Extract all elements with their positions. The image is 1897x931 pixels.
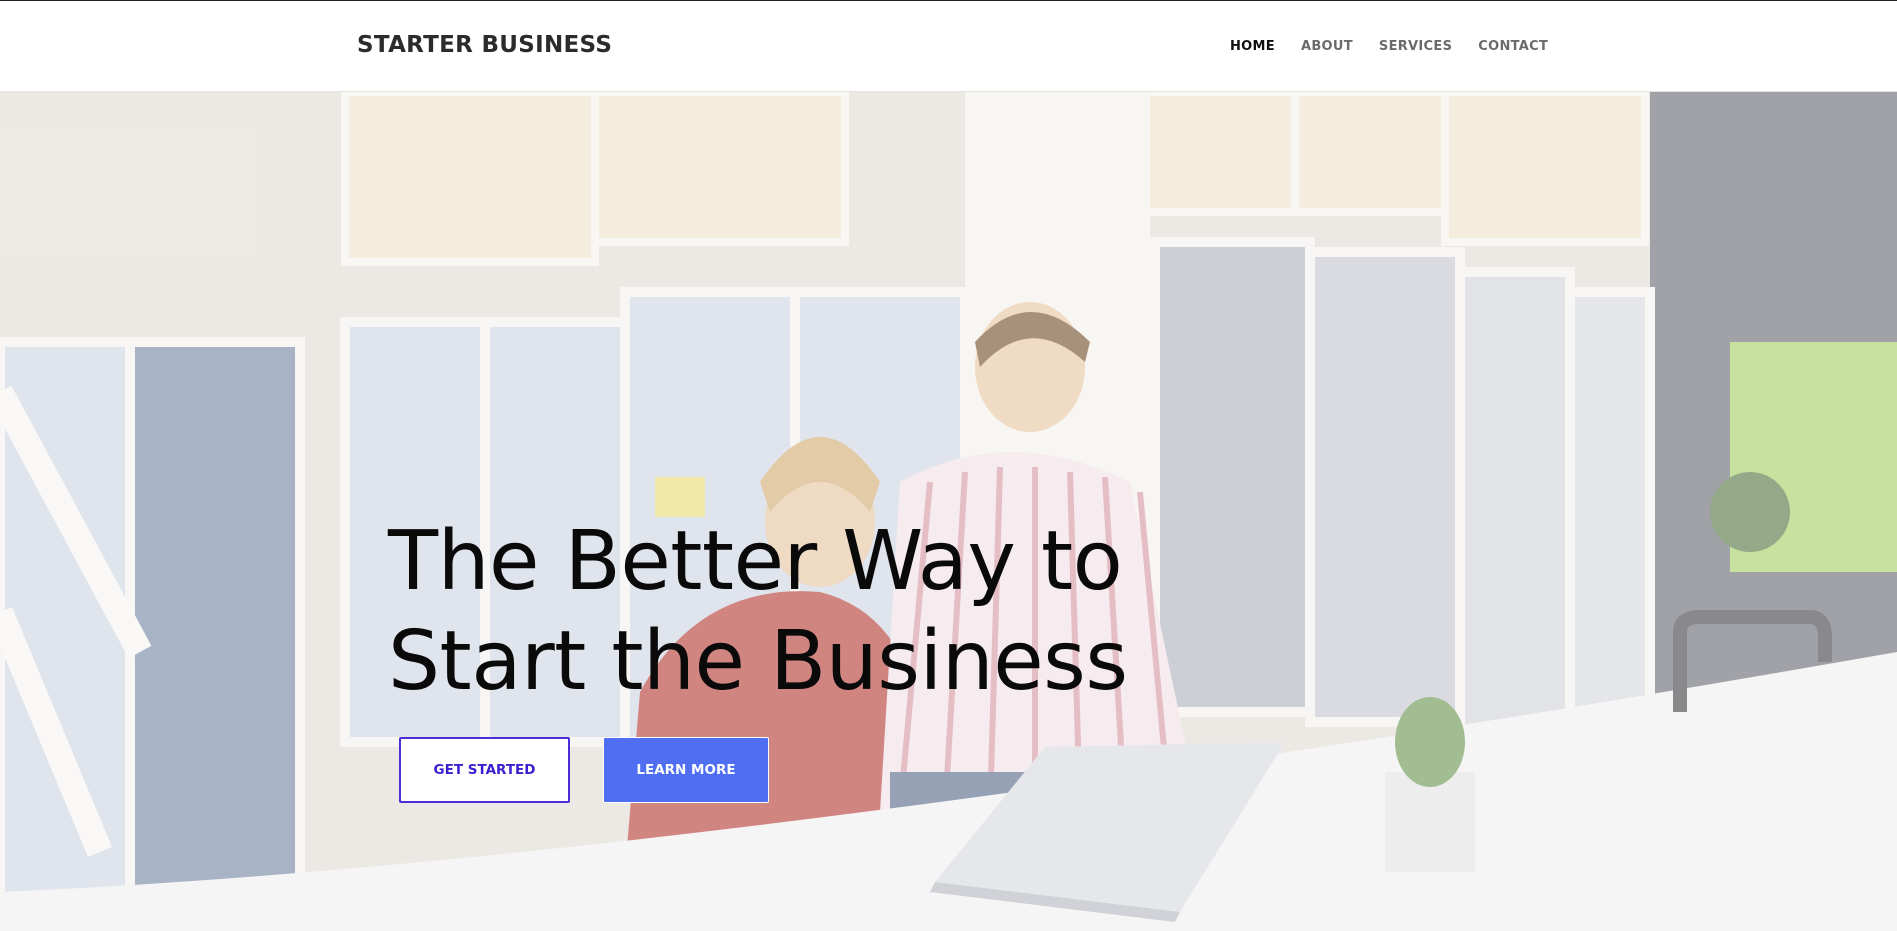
hero-headline-line2: Start the Business <box>388 614 1128 709</box>
nav-item-home[interactable]: HOME <box>1230 39 1275 54</box>
brand-logo[interactable]: STARTER BUSINESS <box>357 32 612 58</box>
nav-item-about[interactable]: ABOUT <box>1301 39 1353 54</box>
nav-item-contact[interactable]: CONTACT <box>1478 39 1548 54</box>
main-nav: HOME ABOUT SERVICES CONTACT <box>1230 39 1574 54</box>
nav-item-services[interactable]: SERVICES <box>1379 39 1452 54</box>
get-started-button[interactable]: GET STARTED <box>399 737 570 803</box>
hero-headline-line1: The Better Way to <box>388 514 1123 609</box>
hero-headline: The Better Way to Start the Business <box>388 512 1148 712</box>
hero-section: The Better Way to Start the Business <box>0 92 1897 931</box>
site-header: STARTER BUSINESS HOME ABOUT SERVICES CON… <box>0 0 1897 92</box>
learn-more-button[interactable]: LEARN MORE <box>603 737 769 803</box>
